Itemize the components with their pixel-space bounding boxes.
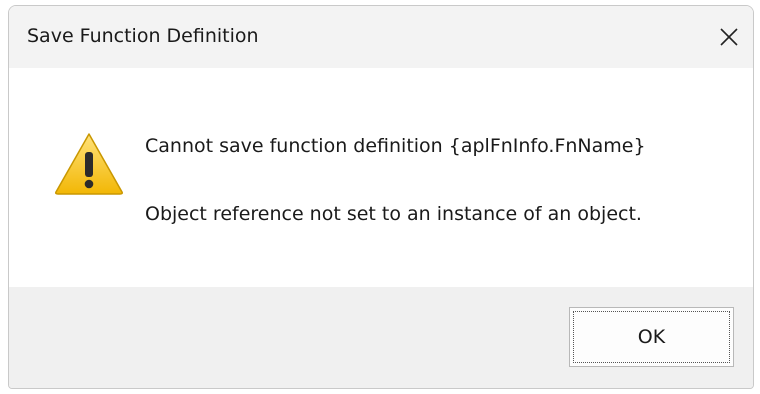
message-area: Cannot save function definition {aplFnIn… — [9, 68, 753, 287]
close-icon — [720, 28, 738, 46]
dialog-title: Save Function Definition — [27, 25, 259, 47]
button-bar: OK — [9, 287, 753, 388]
error-message-title: Cannot save function definition {aplFnIn… — [145, 135, 646, 157]
error-message-detail: Object reference not set to an instance … — [145, 203, 642, 225]
message-dialog: Save Function Definition Cannot save fun… — [8, 5, 754, 389]
title-bar[interactable]: Save Function Definition — [9, 6, 753, 68]
close-button[interactable] — [705, 16, 753, 58]
warning-icon — [55, 133, 123, 195]
ok-button[interactable]: OK — [569, 307, 734, 367]
